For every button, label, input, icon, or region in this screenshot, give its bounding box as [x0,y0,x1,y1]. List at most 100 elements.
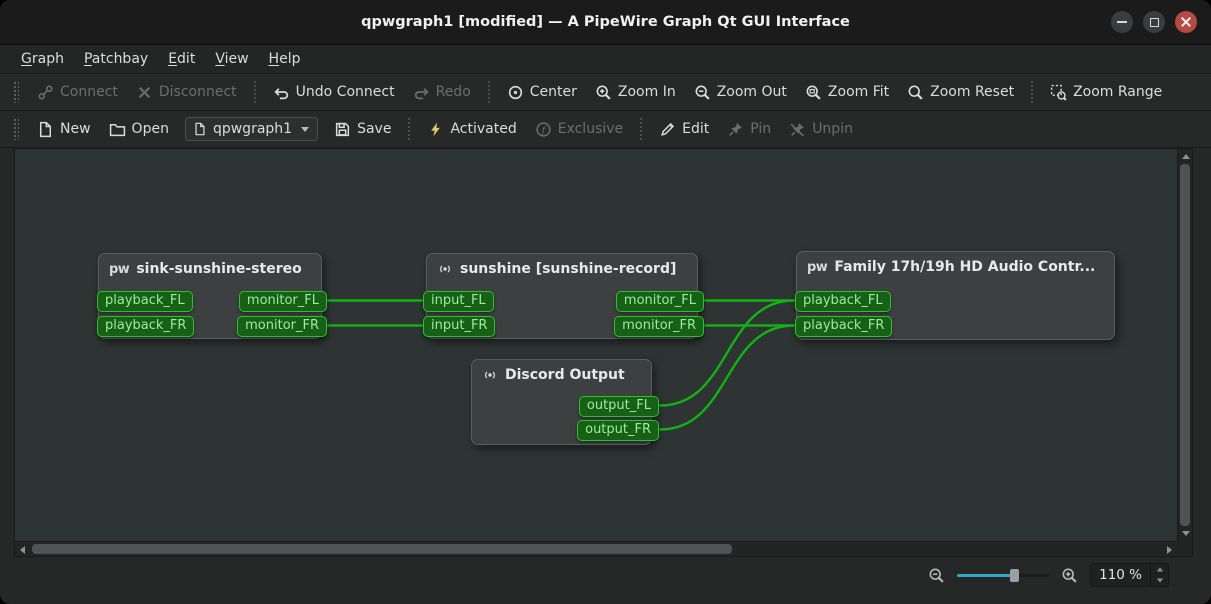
port-input[interactable]: playback_FR [795,316,892,337]
zoom-spin-up[interactable] [1151,564,1168,575]
pin-icon [727,121,744,138]
svg-text:f: f [540,124,546,135]
zoom-slider[interactable] [957,566,1049,584]
graph-canvas[interactable]: pw sink-sunshine-stereo playback_FL play… [15,149,1177,541]
node-sunshine[interactable]: sunshine [sunshine-record] input_FL inpu… [426,253,698,339]
graph-toolbar: Connect Disconnect Undo Connect Redo [0,74,1211,111]
toolbar-separator [408,118,410,140]
zoom-reset-button[interactable]: Zoom Reset [898,78,1023,106]
statusbar-zoom-in-icon[interactable] [1061,567,1078,584]
menu-help[interactable]: Help [260,47,310,71]
port-input[interactable]: playback_FL [795,291,891,312]
close-button[interactable] [1175,11,1197,33]
scroll-down-arrow[interactable] [1178,526,1193,541]
node-discord-output[interactable]: Discord Output output_FL output_FR [471,359,652,445]
menu-edit[interactable]: Edit [159,47,204,71]
port-output[interactable]: output_FL [579,396,659,417]
port-output[interactable]: monitor_FL [616,291,704,312]
port-output[interactable]: monitor_FR [237,316,327,337]
horizontal-scroll-handle[interactable] [32,544,732,554]
scrollbar-corner [1177,541,1192,556]
connection-wires [15,149,1177,541]
node-family-hd-audio[interactable]: pw Family 17h/19h HD Audio Contr... play… [796,251,1115,340]
zoom-range-label: Zoom Range [1073,84,1162,100]
statusbar-zoom-out-icon[interactable] [928,567,945,584]
zoom-in-icon [595,84,612,101]
patchbay-profile-combo[interactable]: qpwgraph1 [185,117,318,141]
edit-pencil-icon [659,121,676,138]
pin-label: Pin [750,121,771,137]
port-input[interactable]: input_FR [423,316,495,337]
node-sink-sunshine-stereo[interactable]: pw sink-sunshine-stereo playback_FL play… [98,253,322,339]
unpin-label: Unpin [812,121,853,137]
maximize-button[interactable] [1143,11,1165,33]
minimize-button[interactable] [1111,11,1133,33]
node-header: Discord Output [482,367,625,383]
toolbar-separator [640,118,642,140]
undo-connect-label: Undo Connect [296,84,395,100]
pipewire-icon: pw [807,260,827,275]
open-label: Open [132,121,169,137]
unpin-icon [789,121,806,138]
undo-icon [273,84,290,101]
node-title: sink-sunshine-stereo [136,261,301,277]
graph-view: pw sink-sunshine-stereo playback_FL play… [14,148,1193,557]
menu-patchbay[interactable]: Patchbay [75,47,157,71]
menu-view[interactable]: View [206,47,257,71]
scroll-left-arrow[interactable] [15,542,30,557]
port-output[interactable]: output_FR [577,420,659,441]
node-header: sunshine [sunshine-record] [437,261,676,277]
zoom-reset-icon [907,84,924,101]
port-input[interactable]: playback_FL [97,291,193,312]
open-button[interactable]: Open [100,115,178,143]
patchbay-toolbar: New Open qpwgraph1 Save Act [0,111,1211,148]
zoom-range-button[interactable]: Zoom Range [1041,78,1171,106]
scroll-right-arrow[interactable] [1162,542,1177,557]
zoom-in-button[interactable]: Zoom In [586,78,685,106]
activated-lightning-icon [427,121,444,138]
disconnect-button[interactable]: Disconnect [127,78,246,106]
zoom-range-icon [1050,84,1067,101]
new-button[interactable]: New [28,115,100,143]
zoom-spin-down[interactable] [1151,575,1168,586]
port-output[interactable]: monitor_FL [239,291,327,312]
toolbar-handle[interactable] [13,118,19,140]
connect-label: Connect [60,84,118,100]
zoom-in-label: Zoom In [618,84,676,100]
center-button[interactable]: Center [498,78,586,106]
unpin-button[interactable]: Unpin [780,115,862,143]
port-input[interactable]: playback_FR [97,316,194,337]
port-input[interactable]: input_FL [423,291,494,312]
edit-button[interactable]: Edit [650,115,718,143]
close-icon [1180,16,1192,28]
redo-icon [413,84,430,101]
statusbar: 110 % [0,557,1211,593]
zoom-fit-button[interactable]: Zoom Fit [796,78,898,106]
scroll-up-arrow[interactable] [1178,149,1193,164]
activated-button[interactable]: Activated [418,115,525,143]
menu-graph[interactable]: Graph [12,47,73,71]
save-button[interactable]: Save [325,115,400,143]
connect-button[interactable]: Connect [28,78,127,106]
vertical-scroll-handle[interactable] [1180,164,1190,526]
zoom-slider-handle[interactable] [1010,569,1019,582]
edit-label: Edit [682,121,709,137]
zoom-value: 110 % [1091,567,1150,583]
center-icon [507,84,524,101]
node-title: sunshine [sunshine-record] [460,261,676,277]
vertical-scrollbar[interactable] [1177,149,1192,541]
horizontal-scrollbar[interactable] [15,541,1177,556]
toolbar-handle[interactable] [13,81,19,103]
toolbar-separator [488,81,490,103]
port-output[interactable]: monitor_FR [614,316,704,337]
zoom-out-button[interactable]: Zoom Out [685,78,796,106]
pin-button[interactable]: Pin [718,115,780,143]
save-label: Save [357,121,391,137]
exclusive-button[interactable]: f Exclusive [526,115,632,143]
undo-connect-button[interactable]: Undo Connect [264,78,404,106]
zoom-spinbox[interactable]: 110 % [1090,563,1169,587]
center-label: Center [530,84,577,100]
redo-button[interactable]: Redo [404,78,480,106]
menubar: Graph Patchbay Edit View Help [0,45,1211,74]
toolbar-separator [1031,81,1033,103]
